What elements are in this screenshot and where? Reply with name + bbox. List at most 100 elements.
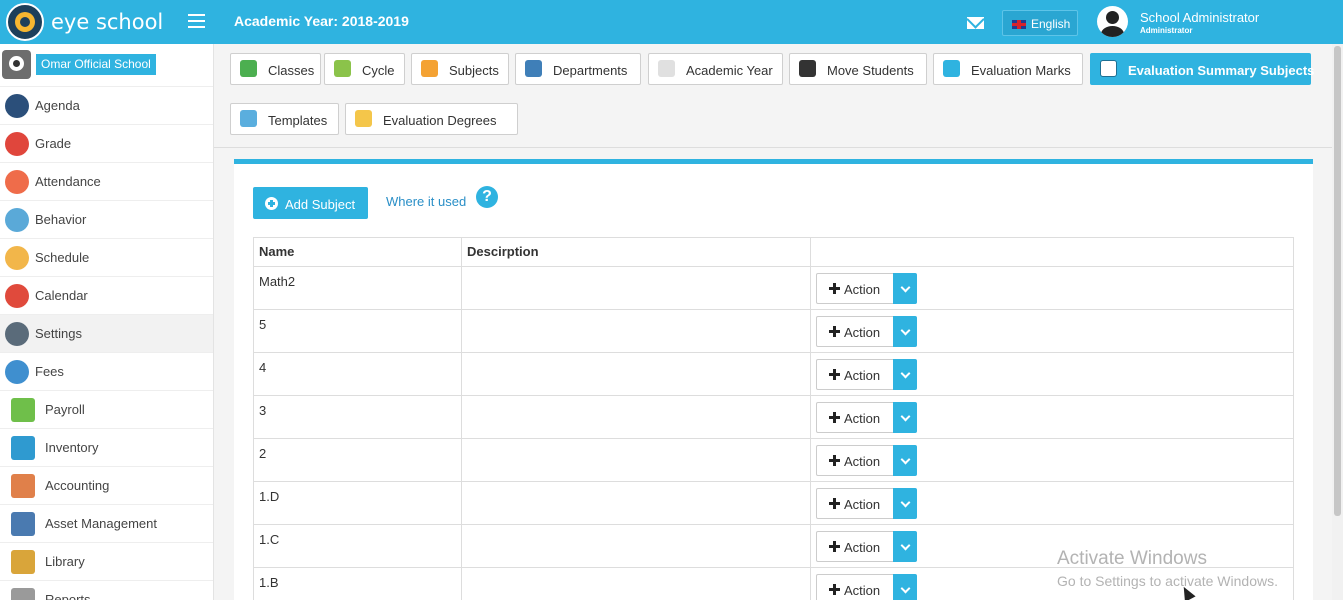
subjects-panel: Add Subject Where it used ? Name Descirp…: [234, 159, 1313, 600]
school-name-badge[interactable]: Omar Official School: [36, 54, 156, 75]
action-button[interactable]: Action: [816, 574, 894, 600]
sidebar-item-grade[interactable]: Grade: [0, 125, 213, 163]
sidebar-item-label: Payroll: [45, 402, 85, 417]
action-button[interactable]: Action: [816, 316, 894, 347]
tab-classes[interactable]: Classes: [230, 53, 321, 85]
sidebar-item-label: Agenda: [35, 98, 80, 113]
language-label: English: [1031, 17, 1071, 31]
mail-icon[interactable]: [967, 17, 984, 29]
chevron-down-icon[interactable]: [893, 574, 917, 600]
sidebar-item-fees[interactable]: Fees: [0, 353, 213, 391]
eye-school-logo-icon[interactable]: [6, 3, 44, 41]
where-it-used-link[interactable]: Where it used: [386, 194, 466, 209]
sidebar-item-agenda[interactable]: Agenda: [0, 87, 213, 125]
asset-management-icon: [11, 512, 35, 536]
tab-evaluation-summary-subjects[interactable]: Evaluation Summary Subjects: [1090, 53, 1315, 85]
calendar-icon: [5, 284, 29, 308]
sidebar-item-attendance[interactable]: Attendance: [0, 163, 213, 201]
cell-name: Math2: [253, 266, 462, 310]
user-name[interactable]: School Administrator: [1140, 10, 1259, 25]
inventory-icon: [11, 436, 35, 460]
action-label: Action: [844, 325, 881, 340]
column-header-name[interactable]: Name: [253, 237, 462, 267]
sidebar-item-label: Schedule: [35, 250, 90, 265]
chevron-down-icon[interactable]: [893, 316, 917, 347]
action-button[interactable]: Action: [816, 273, 894, 304]
sidebar-item-reports[interactable]: Reports: [0, 581, 213, 600]
accounting-icon: [11, 474, 35, 498]
column-header-description[interactable]: Descirption: [461, 237, 811, 267]
tab-label: Academic Year: [686, 63, 773, 78]
chevron-down-icon[interactable]: [893, 273, 917, 304]
reports-icon: [11, 588, 35, 600]
evaluation-summary-icon: [1100, 60, 1117, 77]
add-subject-button[interactable]: Add Subject: [253, 187, 368, 219]
tab-academic-year[interactable]: Academic Year: [648, 53, 783, 85]
tab-label: Subjects: [449, 63, 499, 78]
school-row: Omar Official School: [0, 44, 213, 87]
action-label: Action: [844, 282, 881, 297]
chevron-down-icon[interactable]: [893, 531, 917, 562]
sidebar-item-schedule[interactable]: Schedule: [0, 239, 213, 277]
subjects-table: Name Descirption Math2 Action 5 Action 4 Acti…: [253, 237, 1294, 600]
settings-tabs: Classes Cycle Subjects Departments Academic …: [214, 44, 1332, 148]
chevron-down-icon[interactable]: [893, 402, 917, 433]
templates-icon: [240, 110, 257, 127]
sidebar-item-label: Asset Management: [45, 516, 158, 531]
tab-evaluation-degrees[interactable]: Evaluation Degrees: [345, 103, 518, 135]
cell-actions: Action: [810, 266, 1294, 310]
table-row: Math2 Action: [253, 266, 1294, 310]
table-row: 3 Action: [253, 395, 1294, 439]
tab-subjects[interactable]: Subjects: [411, 53, 509, 85]
cell-description: [461, 352, 811, 396]
cell-name: 2: [253, 438, 462, 482]
user-avatar[interactable]: [1097, 6, 1128, 37]
sidebar-item-payroll[interactable]: Payroll: [0, 391, 213, 429]
sidebar-item-label: Accounting: [45, 478, 110, 493]
sidebar-item-label: Fees: [35, 364, 64, 379]
tab-label: Classes: [268, 63, 315, 78]
attendance-icon: [5, 170, 29, 194]
chevron-down-icon[interactable]: [893, 445, 917, 476]
tab-label: Evaluation Degrees: [383, 113, 497, 128]
scrollbar-thumb[interactable]: [1334, 46, 1341, 516]
action-button[interactable]: Action: [816, 488, 894, 519]
help-icon[interactable]: ?: [476, 186, 498, 208]
action-button[interactable]: Action: [816, 445, 894, 476]
tab-label: Evaluation Summary Subjects: [1128, 63, 1315, 78]
cell-name: 5: [253, 309, 462, 353]
sidebar-item-calendar[interactable]: Calendar: [0, 277, 213, 315]
sidebar-item-asset-management[interactable]: Asset Management: [0, 505, 213, 543]
page-scrollbar[interactable]: [1332, 44, 1343, 600]
tab-cycle[interactable]: Cycle: [324, 53, 405, 85]
agenda-icon: [5, 94, 29, 118]
cell-actions: Action: [810, 309, 1294, 353]
cell-actions: Action: [810, 352, 1294, 396]
action-button[interactable]: Action: [816, 531, 894, 562]
cell-name: 1.C: [253, 524, 462, 568]
sidebar-item-inventory[interactable]: Inventory: [0, 429, 213, 467]
tab-move-students[interactable]: Move Students: [789, 53, 927, 85]
sidebar-item-settings[interactable]: Settings: [0, 315, 213, 353]
tab-evaluation-marks[interactable]: Evaluation Marks: [933, 53, 1083, 85]
tab-templates[interactable]: Templates: [230, 103, 339, 135]
sidebar-item-accounting[interactable]: Accounting: [0, 467, 213, 505]
cell-actions: Action: [810, 481, 1294, 525]
cell-description: [461, 524, 811, 568]
menu-toggle-icon[interactable]: [188, 14, 205, 28]
sidebar-item-behavior[interactable]: Behavior: [0, 201, 213, 239]
chevron-down-icon[interactable]: [893, 359, 917, 390]
action-button[interactable]: Action: [816, 402, 894, 433]
tab-departments[interactable]: Departments: [515, 53, 641, 85]
brand-name[interactable]: eye school: [51, 10, 163, 34]
cell-actions: Action: [810, 438, 1294, 482]
action-button[interactable]: Action: [816, 359, 894, 390]
sidebar-item-label: Attendance: [35, 174, 101, 189]
language-button[interactable]: English: [1002, 10, 1078, 36]
chevron-down-icon[interactable]: [893, 488, 917, 519]
plus-icon: [829, 541, 840, 552]
sidebar-item-library[interactable]: Library: [0, 543, 213, 581]
user-role: Administrator: [1140, 26, 1193, 35]
plus-icon: [829, 283, 840, 294]
uk-flag-icon: [1012, 20, 1026, 29]
